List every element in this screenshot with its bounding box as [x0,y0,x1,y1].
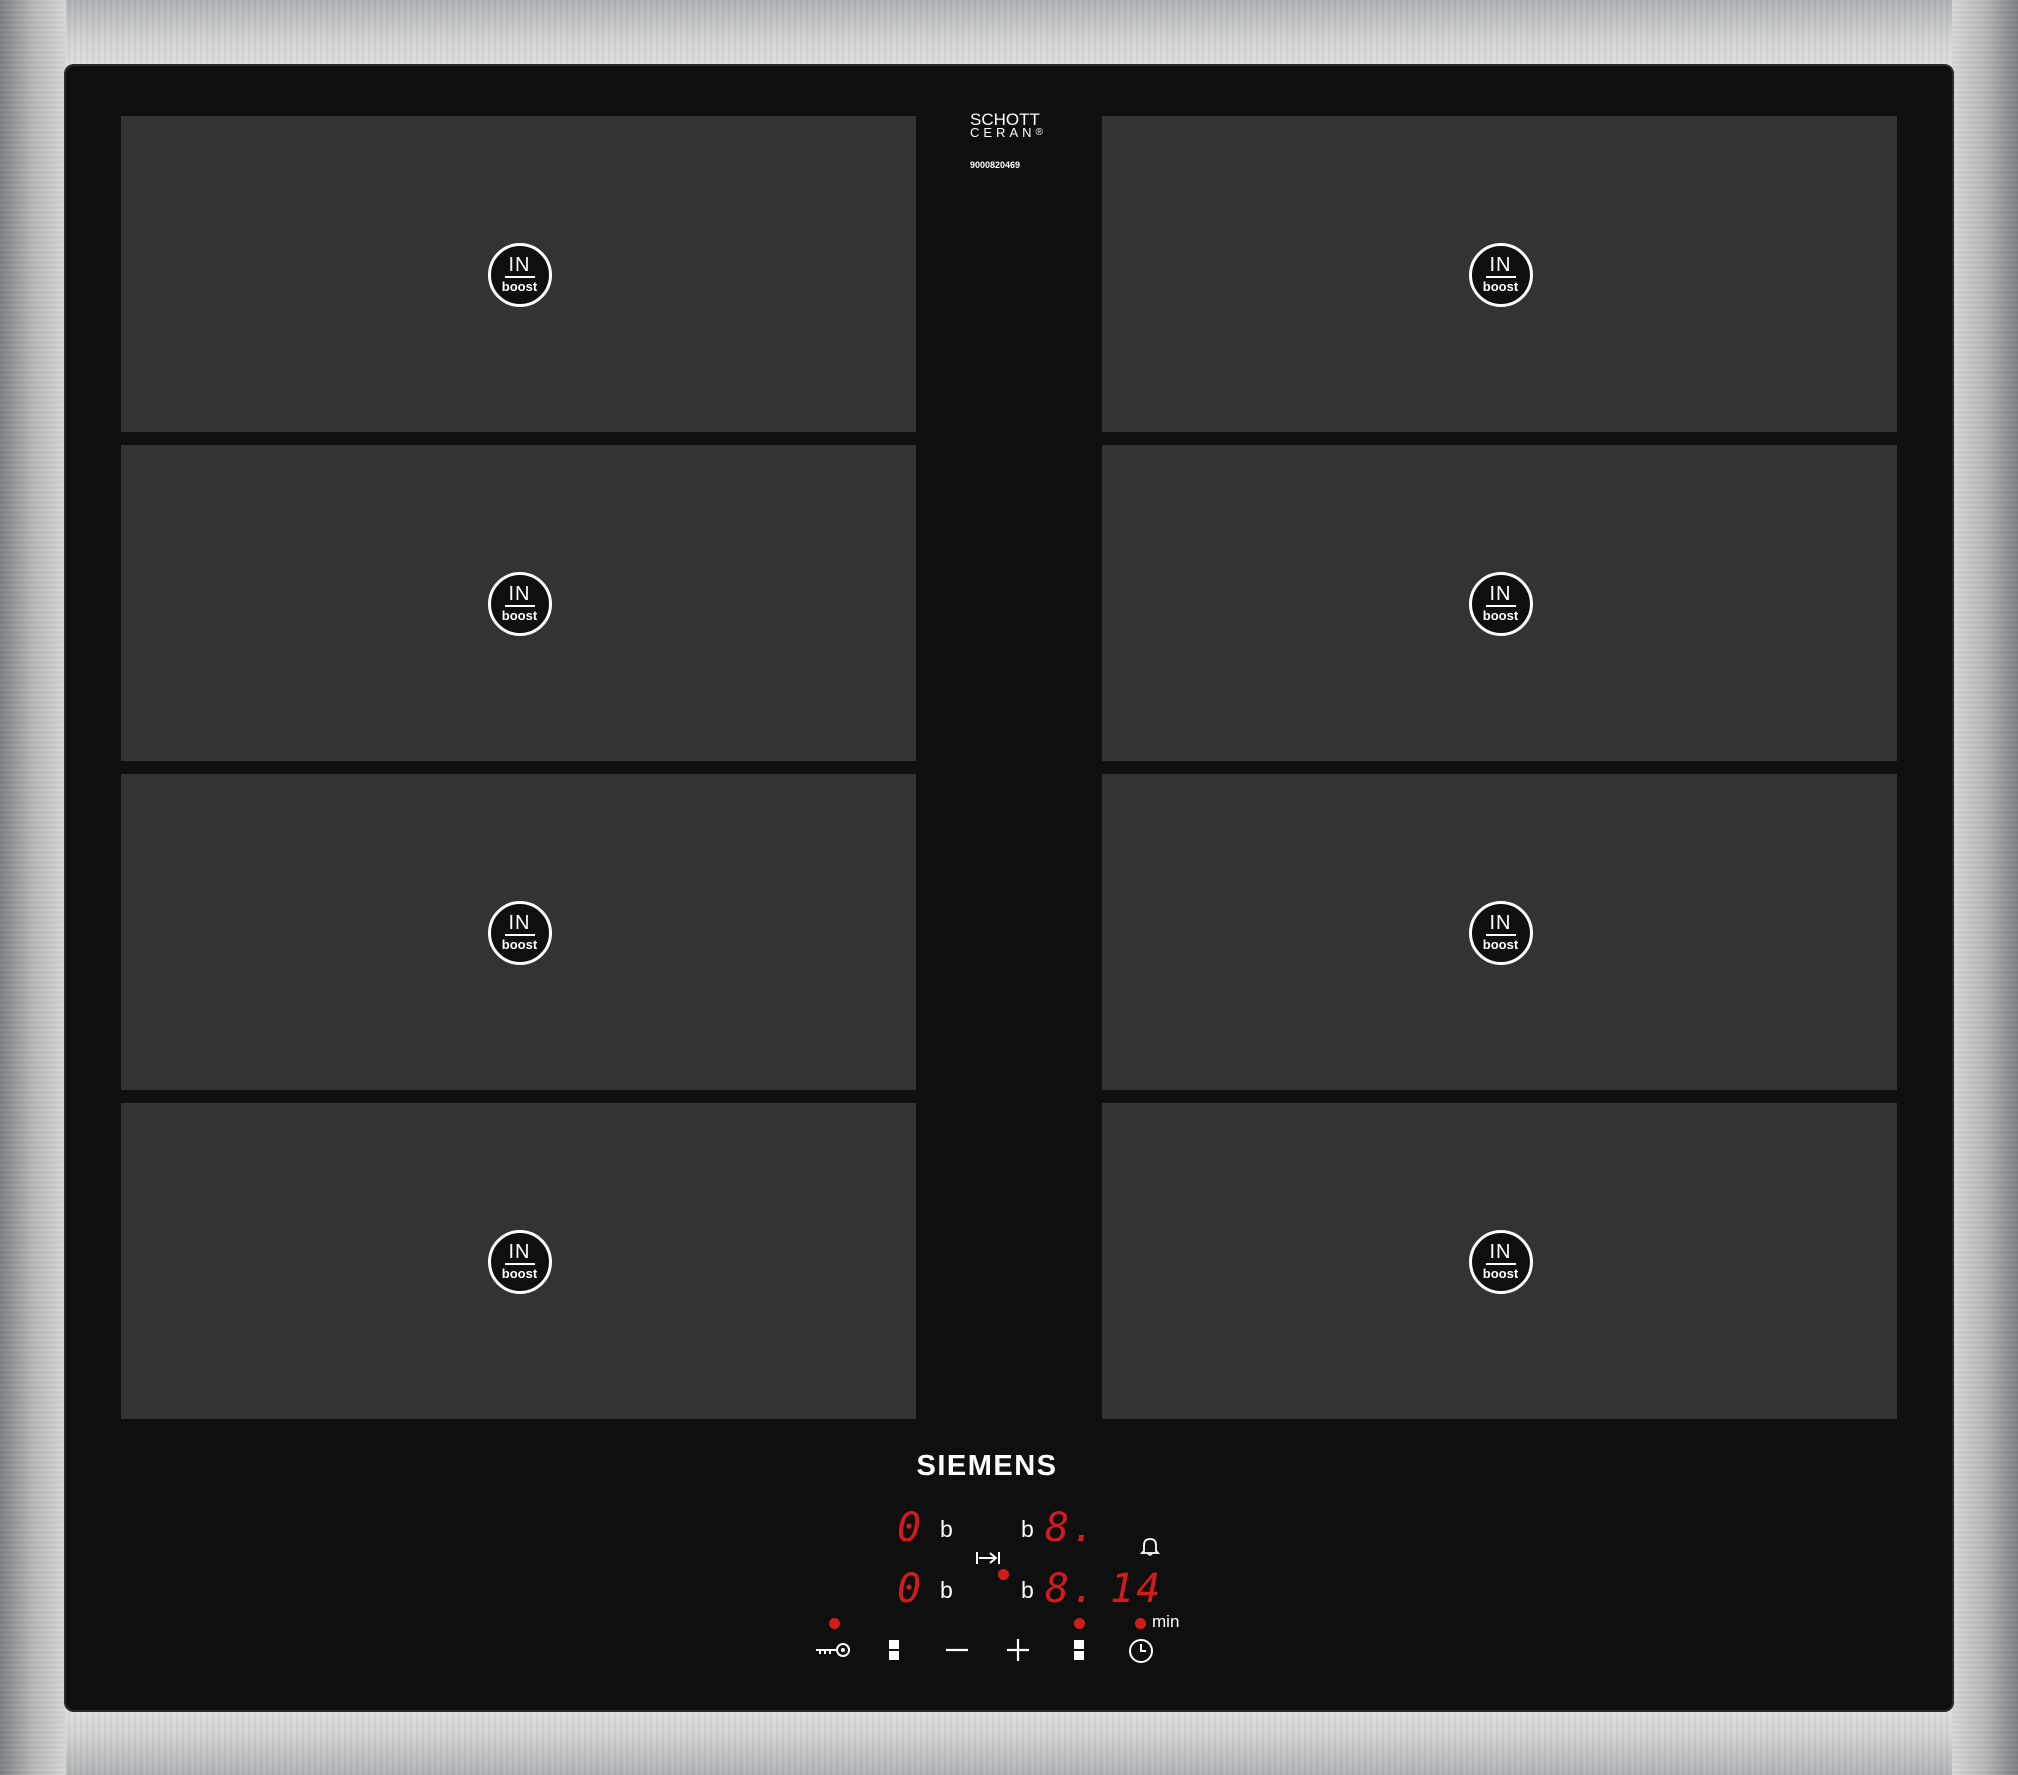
zone-power-display-left-top: 0 [897,1505,924,1551]
badge-boost-label: boost [501,936,538,952]
booster-marker-left-bottom: b [940,1577,953,1603]
in-boost-badge: IN boost [487,901,552,965]
frame-bottom [0,1709,2018,1775]
in-boost-badge: IN boost [487,243,552,307]
badge-in-label: IN [504,584,535,607]
in-boost-badge: IN boost [487,572,552,636]
minus-icon[interactable] [944,1638,970,1662]
cooking-zone-left-1[interactable]: IN boost [121,116,916,432]
clock-icon[interactable] [1127,1637,1155,1665]
booster-marker-right-bottom: b [1021,1577,1034,1603]
frame-right [1952,0,2018,1775]
cooking-zone-left-4[interactable]: IN boost [121,1103,916,1419]
badge-in-label: IN [504,1242,535,1265]
brand-logo: SIEMENS [916,1450,1058,1482]
schott-ceran-logo: SCHOTT CERAN® [970,111,1043,140]
bell-icon[interactable] [1138,1534,1162,1558]
timer-display: 14 [1110,1566,1163,1612]
in-boost-badge: IN boost [1468,243,1533,307]
badge-boost-label: boost [501,278,538,294]
plus-icon[interactable] [1005,1638,1031,1662]
booster-marker-right-top: b [1021,1516,1034,1542]
zone-select-right-icon[interactable] [1072,1638,1086,1662]
badge-boost-label: boost [1482,936,1519,952]
flex-zone-icon[interactable] [975,1549,1001,1567]
cooking-zone-right-4[interactable]: IN boost [1102,1103,1897,1419]
in-boost-badge: IN boost [487,1230,552,1294]
timer-unit-label: min [1152,1612,1180,1631]
badge-in-label: IN [504,913,535,936]
booster-marker-left-top: b [940,1516,953,1542]
badge-boost-label: boost [1482,607,1519,623]
cooking-zone-right-2[interactable]: IN boost [1102,445,1897,761]
badge-boost-label: boost [1482,278,1519,294]
key-lock-icon[interactable] [814,1638,852,1662]
cooking-zone-right-3[interactable]: IN boost [1102,774,1897,1090]
cooking-zone-left-2[interactable]: IN boost [121,445,916,761]
cooking-zone-left-3[interactable]: IN boost [121,774,916,1090]
logo-registered: ® [1035,127,1043,138]
serial-number: 9000820469 [970,160,1021,170]
zone-indicator-dot [1074,1618,1085,1629]
badge-boost-label: boost [501,1265,538,1281]
zone-select-left-icon[interactable] [887,1638,901,1662]
flex-zone-indicator-dot [998,1569,1009,1580]
timer-indicator-dot [1135,1618,1146,1629]
zone-power-display-right-top: 8. [1045,1505,1098,1551]
cooking-zone-right-1[interactable]: IN boost [1102,116,1897,432]
zone-power-display-left-bottom: 0 [897,1566,924,1612]
in-boost-badge: IN boost [1468,901,1533,965]
logo-line-2: CERAN [970,125,1036,140]
badge-in-label: IN [1485,255,1516,278]
badge-boost-label: boost [1482,1265,1519,1281]
lock-indicator-dot [829,1618,840,1629]
badge-in-label: IN [1485,584,1516,607]
badge-boost-label: boost [501,607,538,623]
badge-in-label: IN [1485,1242,1516,1265]
badge-in-label: IN [504,255,535,278]
in-boost-badge: IN boost [1468,572,1533,636]
frame-left [0,0,66,1775]
zone-power-display-right-bottom: 8. [1045,1566,1098,1612]
frame-top [0,0,2018,66]
badge-in-label: IN [1485,913,1516,936]
in-boost-badge: IN boost [1468,1230,1533,1294]
